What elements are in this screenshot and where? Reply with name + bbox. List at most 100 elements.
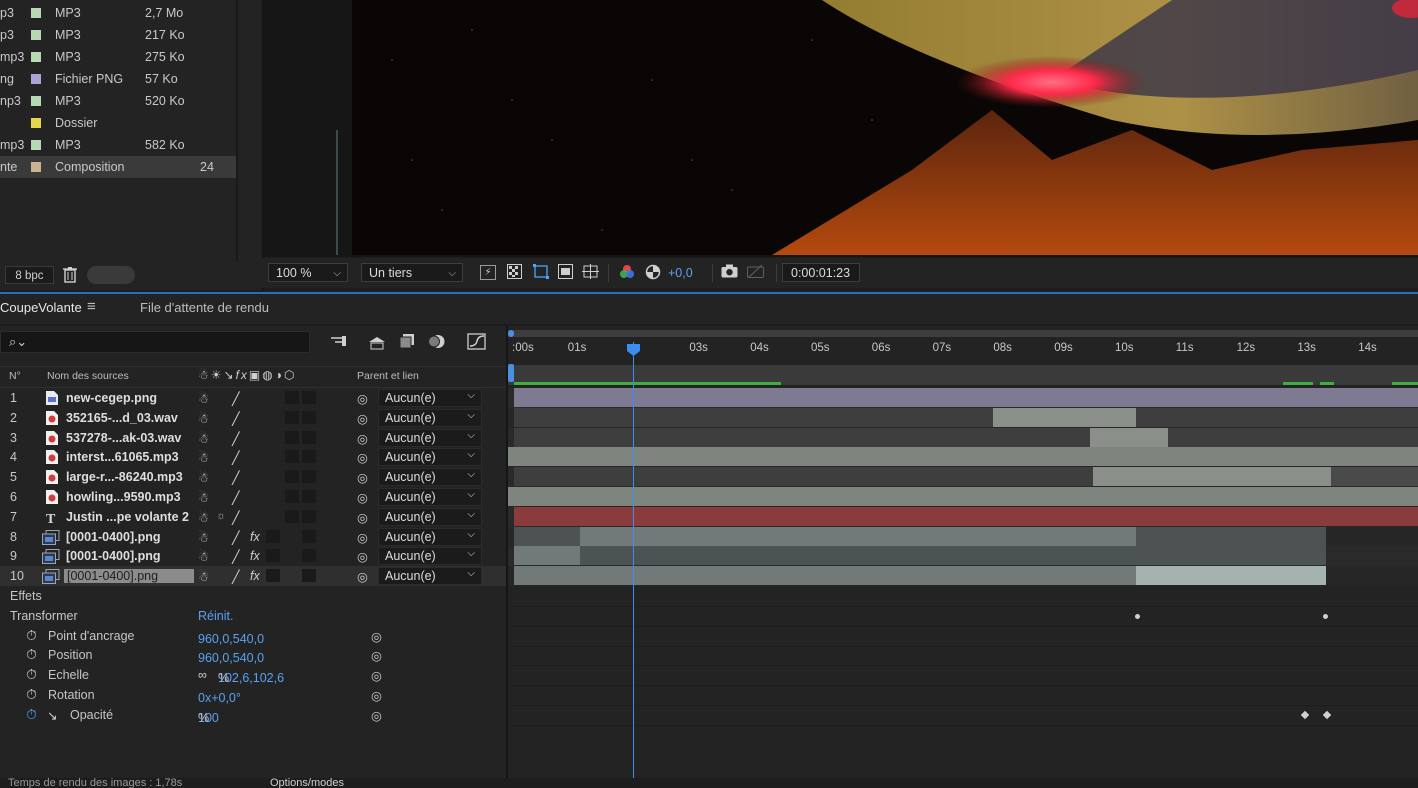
- pick-whip-icon[interactable]: ◎: [357, 470, 368, 485]
- keyframe-marker[interactable]: [1135, 613, 1140, 619]
- property-track[interactable]: [508, 606, 1418, 627]
- pick-whip-icon[interactable]: ◎: [371, 668, 382, 683]
- property-track[interactable]: [508, 645, 1418, 667]
- motion-blur-switch[interactable]: [302, 490, 316, 503]
- pick-whip-icon[interactable]: ◎: [357, 530, 368, 545]
- opacity-keyframe[interactable]: [1300, 710, 1310, 720]
- layer-duration-bar[interactable]: [1093, 467, 1331, 487]
- layer-track[interactable]: [508, 566, 1418, 587]
- camera-icon[interactable]: [721, 264, 738, 280]
- stopwatch-icon[interactable]: ⏱: [26, 627, 37, 644]
- layer-duration-bar[interactable]: [993, 407, 1136, 427]
- layer-duration-bar[interactable]: [514, 546, 1326, 566]
- layer-track[interactable]: [508, 506, 1418, 527]
- project-item[interactable]: mp3 MP3 275 Ko: [0, 46, 237, 68]
- pick-whip-icon[interactable]: ◎: [357, 549, 368, 564]
- layer-name[interactable]: large-r...-86240.mp3: [66, 470, 183, 484]
- current-time-display[interactable]: 0:00:01:23: [782, 263, 860, 282]
- layer-duration-bar[interactable]: [514, 566, 1136, 586]
- label-color-swatch[interactable]: [31, 96, 41, 106]
- playhead-handle[interactable]: [626, 343, 641, 357]
- frame-blend-switch[interactable]: [266, 569, 280, 583]
- region-of-interest-icon[interactable]: [557, 264, 574, 280]
- pick-whip-icon[interactable]: ◎: [371, 688, 382, 703]
- parent-dropdown[interactable]: Aucun(e) ⌵: [378, 527, 482, 546]
- shy-switch-icon[interactable]: ☃: [198, 391, 209, 406]
- label-color-swatch[interactable]: [31, 8, 41, 18]
- bit-depth-button[interactable]: 8 bpc: [5, 266, 54, 284]
- layer-duration-bar[interactable]: [514, 506, 1418, 526]
- project-item[interactable]: p3 MP3 2,7 Mo: [0, 2, 237, 24]
- layer-search-input[interactable]: ⌕⌄: [0, 331, 310, 353]
- stopwatch-icon[interactable]: ⏱: [26, 686, 37, 703]
- layer-row[interactable]: 3 537278-...ak-03.wav ☃ ╱ ◎ Aucun(e) ⌵: [0, 428, 506, 448]
- exposure-reset-icon[interactable]: [644, 264, 661, 280]
- layer-duration-bar[interactable]: [1136, 566, 1326, 586]
- label-color-swatch[interactable]: [31, 30, 41, 40]
- fast-preview-icon[interactable]: ⚡: [480, 265, 496, 280]
- project-item[interactable]: ng Fichier PNG 57 Ko: [0, 68, 237, 90]
- panel-menu-icon[interactable]: ≡: [87, 298, 96, 315]
- keyframe-marker[interactable]: [1323, 613, 1328, 619]
- shy-switch-icon[interactable]: ☃: [198, 450, 209, 465]
- graph-editor-icon[interactable]: [467, 333, 486, 353]
- property-track[interactable]: [508, 685, 1418, 706]
- frame-blend-switch[interactable]: [266, 529, 280, 543]
- column-source-name[interactable]: Nom des sources: [47, 370, 129, 382]
- label-color-swatch[interactable]: [31, 162, 41, 172]
- layer-duration-bar[interactable]: [1090, 427, 1168, 447]
- mask-visibility-icon[interactable]: [532, 264, 549, 280]
- layer-name[interactable]: [0001-0400].png: [64, 569, 194, 584]
- project-item[interactable]: p3 MP3 217 Ko: [0, 24, 237, 46]
- layer-track[interactable]: [508, 526, 1418, 547]
- shy-switch-icon[interactable]: ☃: [198, 569, 209, 584]
- shy-switch-icon[interactable]: ☃: [198, 411, 209, 426]
- quality-switch-icon[interactable]: ╱: [232, 470, 240, 485]
- quality-switch-icon[interactable]: ╱: [232, 411, 240, 426]
- shy-switch-icon[interactable]: ☃: [198, 530, 209, 545]
- motion-blur-switch[interactable]: [302, 410, 316, 424]
- frame-blend-switch[interactable]: [285, 391, 299, 404]
- layer-duration-bar[interactable]: [508, 447, 1418, 467]
- timeline-track-area[interactable]: :00s01s02s03s04s05s06s07s08s09s10s11s12s…: [508, 326, 1418, 778]
- layer-name[interactable]: howling...9590.mp3: [66, 490, 181, 504]
- quality-switch-icon[interactable]: ╱: [232, 569, 240, 584]
- quality-switch-icon[interactable]: ╱: [232, 530, 240, 545]
- effect-switch-icon[interactable]: fx: [250, 530, 260, 544]
- parent-dropdown[interactable]: Aucun(e) ⌵: [378, 428, 482, 447]
- layer-row[interactable]: 6 howling...9590.mp3 ☃ ╱ ◎ Aucun(e) ⌵: [0, 487, 506, 507]
- layer-duration-bar[interactable]: [508, 487, 1418, 506]
- pick-whip-icon[interactable]: ◎: [357, 490, 368, 505]
- layer-duration-bar[interactable]: [514, 546, 580, 566]
- motion-blur-switch[interactable]: [302, 569, 316, 583]
- project-scroll-slider[interactable]: [87, 266, 135, 284]
- trash-icon[interactable]: [62, 266, 78, 283]
- pick-whip-icon[interactable]: ◎: [357, 431, 368, 446]
- zoom-dropdown[interactable]: 100 % ⌵: [268, 263, 348, 282]
- project-item[interactable]: Dossier: [0, 112, 237, 134]
- motion-blur-switch[interactable]: [302, 509, 316, 523]
- resolution-dropdown[interactable]: Un tiers ⌵: [361, 263, 463, 282]
- quality-switch-icon[interactable]: ╱: [232, 490, 240, 505]
- effects-group[interactable]: Effets: [0, 586, 506, 606]
- stopwatch-icon[interactable]: ⏱: [26, 706, 37, 723]
- pick-whip-icon[interactable]: ◎: [357, 510, 368, 525]
- parent-dropdown[interactable]: Aucun(e) ⌵: [378, 488, 482, 506]
- layer-name[interactable]: 537278-...ak-03.wav: [66, 431, 181, 445]
- layer-track[interactable]: [508, 546, 1418, 567]
- frame-blending-icon[interactable]: [398, 333, 416, 353]
- column-number[interactable]: N°: [9, 370, 21, 382]
- quality-switch-icon[interactable]: ╱: [232, 431, 240, 446]
- transform-property[interactable]: ⏱ Point d'ancrage 960,0,540,0 ◎: [0, 626, 506, 646]
- layer-track[interactable]: [508, 388, 1418, 408]
- pick-whip-icon[interactable]: ◎: [357, 391, 368, 406]
- label-color-swatch[interactable]: [31, 74, 41, 84]
- motion-blur-switch[interactable]: [302, 450, 316, 464]
- channels-icon[interactable]: [618, 264, 635, 280]
- transform-property[interactable]: ⏱ ↘ Opacité 100% ◎: [0, 705, 506, 725]
- frame-blend-switch[interactable]: [285, 490, 299, 503]
- viewer-scrollbar[interactable]: [336, 130, 338, 255]
- layer-duration-bar[interactable]: [514, 388, 1418, 407]
- layer-name[interactable]: new-cegep.png: [66, 391, 157, 405]
- draft-3d-icon[interactable]: [368, 334, 386, 353]
